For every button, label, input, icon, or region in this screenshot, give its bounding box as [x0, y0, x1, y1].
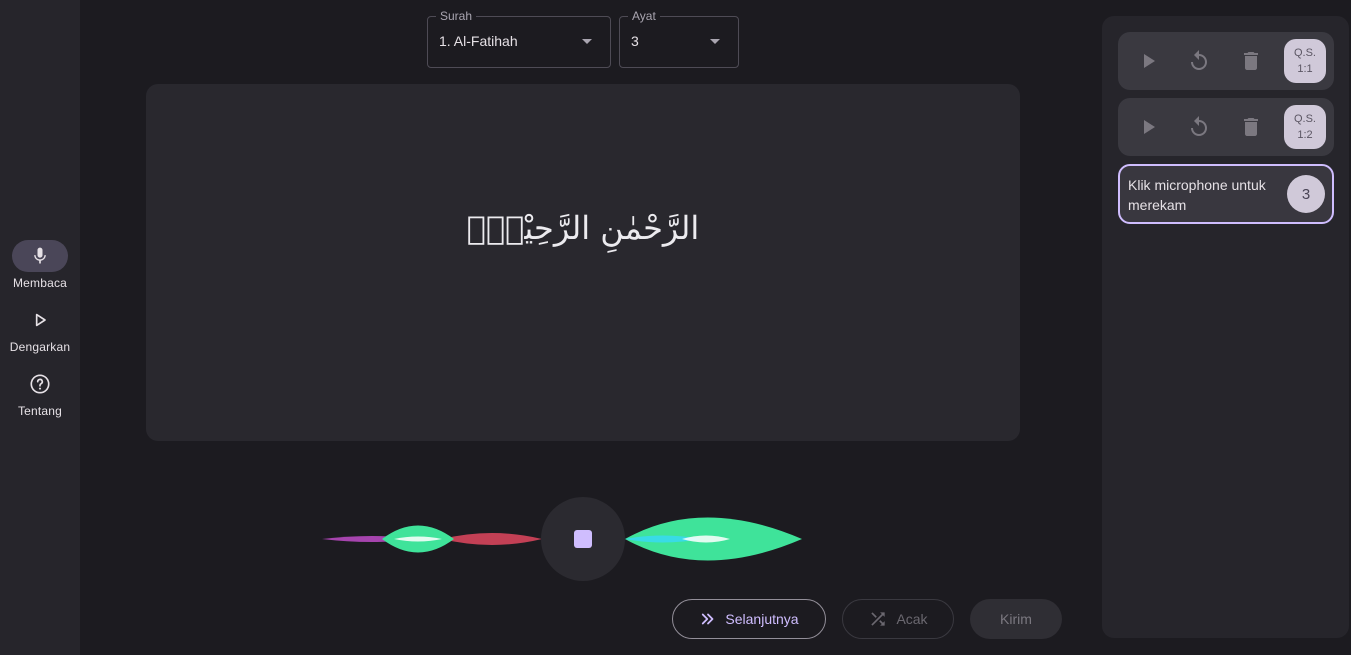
record-prompt-text: Klik microphone untuk merekam [1128, 177, 1266, 213]
dropdown-arrow-icon [710, 39, 720, 44]
help-circle-icon [30, 374, 50, 394]
nav-item-membaca[interactable]: Membaca [0, 240, 80, 290]
shuffle-icon [871, 612, 886, 626]
double-chevron-right-icon [702, 613, 714, 625]
recordings-panel: Q.S. 1:1 Q.S. 1:2 Klik microphone untuk … [1102, 16, 1349, 638]
random-button-label: Acak [896, 611, 928, 627]
nav-label-tentang: Tentang [17, 404, 63, 418]
ayah-display-card: الرَّحْمٰنِ الرَّحِيْمِۙ [146, 84, 1020, 441]
ayat-select[interactable]: Ayat 3 [619, 9, 739, 68]
replay-icon[interactable] [1187, 115, 1211, 139]
stop-icon [574, 530, 592, 548]
send-button-label: Kirim [1000, 611, 1032, 627]
play-icon[interactable] [1136, 49, 1160, 73]
ayat-select-label: Ayat [628, 9, 660, 23]
navigation-rail: Membaca Dengarkan Tentang [0, 0, 80, 655]
play-outline-icon [35, 313, 46, 327]
verse-badge: Q.S. 1:1 [1284, 39, 1326, 83]
verse-number-badge: 3 [1287, 175, 1325, 213]
ayah-text: الرَّحْمٰنِ الرَّحِيْمِۙ [466, 208, 700, 247]
send-button[interactable]: Kirim [970, 599, 1062, 639]
nav-label-membaca: Membaca [12, 276, 68, 290]
surah-select-label: Surah [436, 9, 477, 23]
next-button[interactable]: Selanjutnya [672, 599, 826, 639]
stop-recording-button[interactable] [541, 497, 625, 581]
nav-indicator [12, 240, 68, 272]
play-icon[interactable] [1136, 115, 1160, 139]
nav-item-tentang[interactable]: Tentang [0, 368, 80, 418]
replay-icon[interactable] [1187, 49, 1211, 73]
recording-item: Q.S. 1:1 [1118, 32, 1334, 90]
nav-label-dengarkan: Dengarkan [9, 340, 71, 354]
microphone-icon [34, 247, 46, 264]
delete-icon[interactable] [1239, 49, 1263, 73]
record-prompt-card[interactable]: Klik microphone untuk merekam 3 [1118, 164, 1334, 224]
dropdown-arrow-icon [582, 39, 592, 44]
verse-badge: Q.S. 1:2 [1284, 105, 1326, 149]
surah-select-value: 1. Al-Fatihah [439, 33, 518, 49]
ayat-select-value: 3 [631, 33, 639, 49]
nav-item-dengarkan[interactable]: Dengarkan [0, 304, 80, 354]
surah-select[interactable]: Surah 1. Al-Fatihah [427, 9, 611, 68]
delete-icon[interactable] [1239, 115, 1263, 139]
next-button-label: Selanjutnya [725, 611, 799, 627]
recording-item: Q.S. 1:2 [1118, 98, 1334, 156]
random-button[interactable]: Acak [842, 599, 954, 639]
